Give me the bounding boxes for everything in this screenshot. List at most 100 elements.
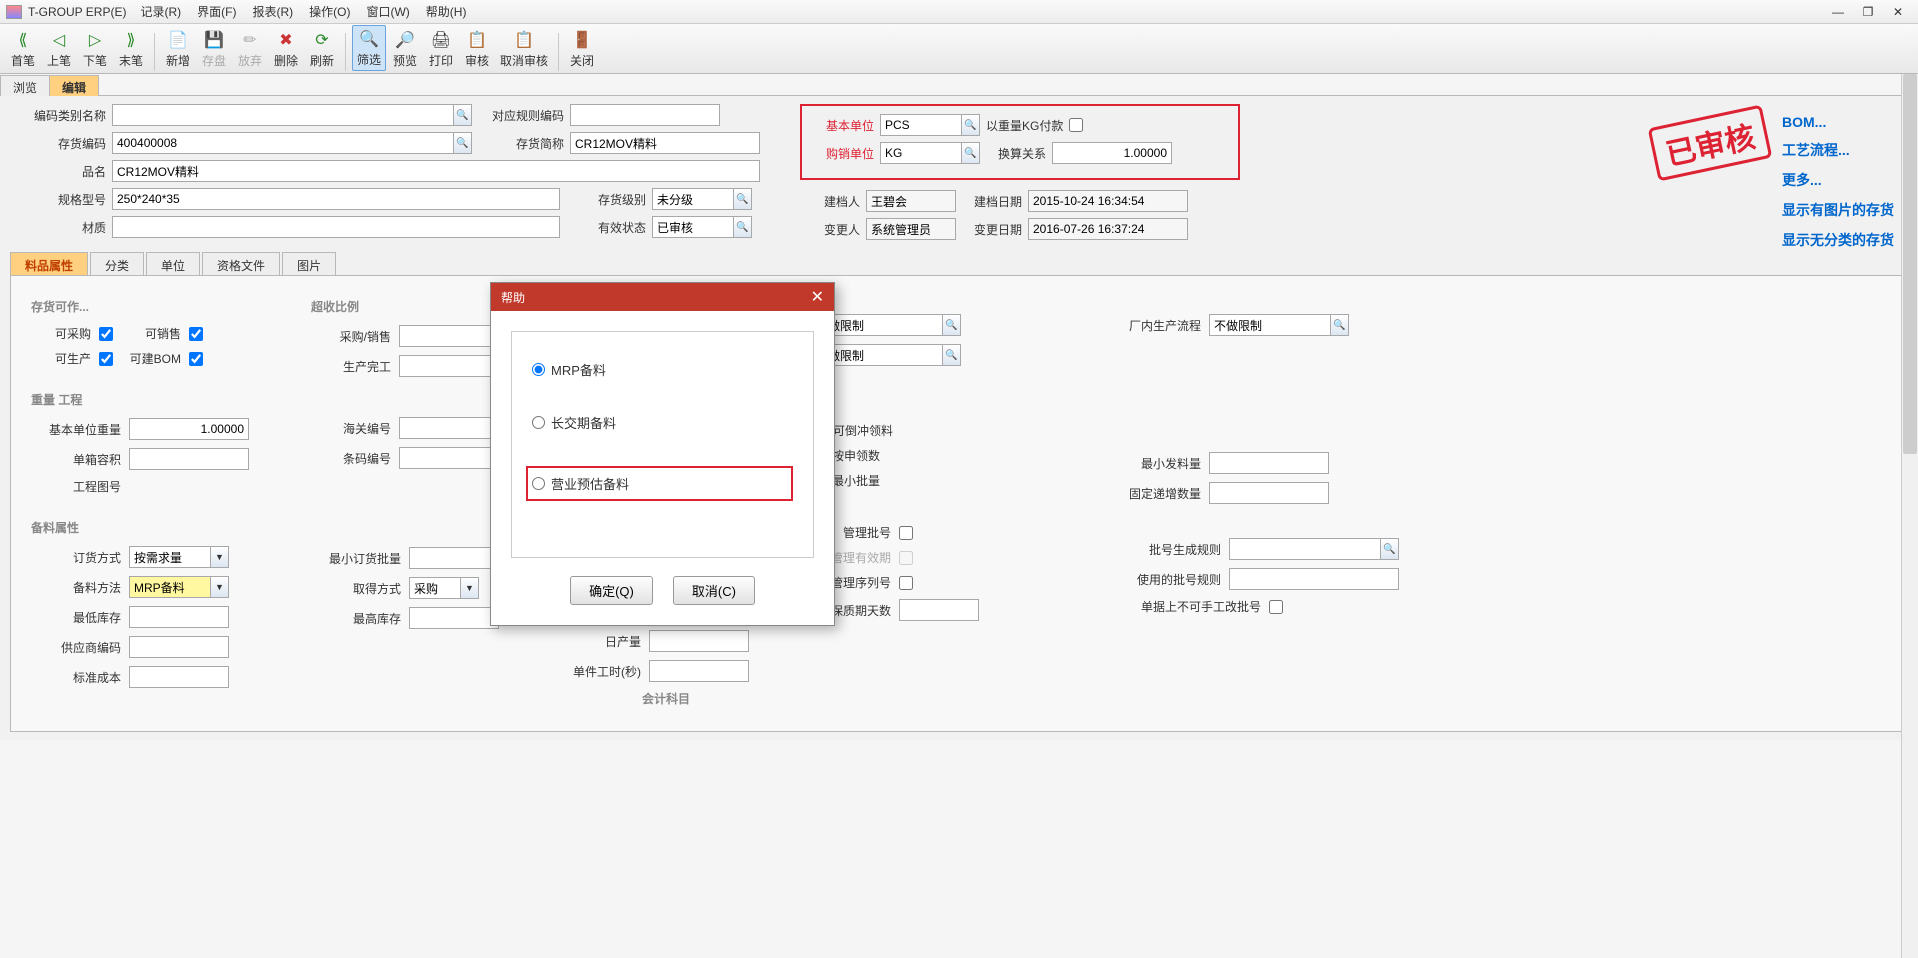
stock-code-input[interactable] <box>112 132 472 154</box>
lookup-icon[interactable]: 🔍 <box>453 133 471 153</box>
discard-button[interactable]: ✏放弃 <box>233 25 267 71</box>
chevron-down-icon[interactable]: ▼ <box>460 578 478 598</box>
tab-attr[interactable]: 料品属性 <box>10 252 88 275</box>
can-sell-checkbox[interactable] <box>189 327 203 341</box>
restore-icon[interactable]: ❐ <box>1858 5 1878 19</box>
label-supplier: 供应商编码 <box>31 639 121 656</box>
minimize-icon[interactable]: — <box>1828 5 1848 19</box>
save-icon: 💾 <box>203 29 225 51</box>
unaudit-button[interactable]: 📋取消审核 <box>496 25 552 71</box>
link-process[interactable]: 工艺流程... <box>1782 140 1894 160</box>
tab-browse[interactable]: 浏览 <box>0 75 50 96</box>
audit-icon: 📋 <box>466 29 488 51</box>
can-bom-checkbox[interactable] <box>189 352 203 366</box>
refresh-button[interactable]: ⟳刷新 <box>305 25 339 71</box>
conv-input[interactable] <box>1052 142 1172 164</box>
tab-cat[interactable]: 分类 <box>90 252 144 275</box>
chevron-down-icon[interactable]: ▼ <box>210 577 228 597</box>
prod-name-input[interactable] <box>112 160 760 182</box>
base-weight-input[interactable] <box>129 418 249 440</box>
scroll-thumb[interactable] <box>1903 74 1917 454</box>
min-stock-input[interactable] <box>129 606 229 628</box>
ok-button[interactable]: 确定(Q) <box>570 576 653 605</box>
pay-kg-checkbox[interactable] <box>1069 118 1083 132</box>
mgmt-serial-checkbox[interactable] <box>899 576 913 590</box>
close-icon[interactable]: ✕ <box>1888 5 1908 19</box>
material-input[interactable] <box>112 216 560 238</box>
rule-code-input[interactable] <box>570 104 720 126</box>
menu-window[interactable]: 窗口(W) <box>366 3 409 20</box>
menu-view[interactable]: 界面(F) <box>197 3 236 20</box>
lookup-icon[interactable]: 🔍 <box>733 217 751 237</box>
link-more[interactable]: 更多... <box>1782 170 1894 190</box>
dialog-close-icon[interactable]: ✕ <box>811 287 824 307</box>
radio-mrp[interactable]: MRP备料 <box>532 360 793 379</box>
label-stock-level: 存货级别 <box>566 191 646 208</box>
print-button[interactable]: 🖨打印 <box>424 25 458 71</box>
last-button[interactable]: ⟫末笔 <box>114 25 148 71</box>
radio-long[interactable]: 长交期备料 <box>532 413 793 432</box>
link-no-cat[interactable]: 显示无分类的存货 <box>1782 230 1894 250</box>
mgmt-batch-checkbox[interactable] <box>899 526 913 540</box>
can-buy-checkbox[interactable] <box>99 327 113 341</box>
link-bom[interactable]: BOM... <box>1782 114 1894 130</box>
close-button[interactable]: 🚪关闭 <box>565 25 599 71</box>
used-rule-input[interactable] <box>1229 568 1399 590</box>
tab-img[interactable]: 图片 <box>282 252 336 275</box>
link-with-img[interactable]: 显示有图片的存货 <box>1782 200 1894 220</box>
no-manual-checkbox[interactable] <box>1269 600 1283 614</box>
lookup-icon[interactable]: 🔍 <box>733 189 751 209</box>
tab-qual[interactable]: 资格文件 <box>202 252 280 275</box>
tab-edit[interactable]: 编辑 <box>49 75 99 96</box>
batch-rule-input[interactable] <box>1229 538 1399 560</box>
barcode-input[interactable] <box>399 447 499 469</box>
menu-help[interactable]: 帮助(H) <box>426 3 467 20</box>
next-button[interactable]: ▷下笔 <box>78 25 112 71</box>
stock-short-input[interactable] <box>570 132 760 154</box>
daily-input[interactable] <box>649 630 749 652</box>
lookup-icon[interactable]: 🔍 <box>961 115 979 135</box>
lookup-icon[interactable]: 🔍 <box>1330 315 1348 335</box>
dialog-titlebar[interactable]: 帮助 ✕ <box>491 283 834 311</box>
radio-estimate[interactable]: 营业预估备料 <box>526 466 793 501</box>
lookup-icon[interactable]: 🔍 <box>453 105 471 125</box>
factory-flow-input[interactable] <box>1209 314 1349 336</box>
box-vol-input[interactable] <box>129 448 249 470</box>
menu-operate[interactable]: 操作(O) <box>309 3 350 20</box>
supplier-input[interactable] <box>129 636 229 658</box>
min-issue-input[interactable] <box>1209 452 1329 474</box>
buy-sell-input[interactable] <box>399 325 499 347</box>
chevron-down-icon[interactable]: ▼ <box>210 547 228 567</box>
first-button[interactable]: ⟪首笔 <box>6 25 40 71</box>
prod-done-input[interactable] <box>399 355 499 377</box>
lookup-icon[interactable]: 🔍 <box>961 143 979 163</box>
can-prod-checkbox[interactable] <box>99 352 113 366</box>
spec-input[interactable] <box>112 188 560 210</box>
code-cat-input[interactable] <box>112 104 472 126</box>
menu-report[interactable]: 报表(R) <box>252 3 293 20</box>
label-no-manual: 单据上不可手工改批号 <box>1111 598 1261 615</box>
tab-unit[interactable]: 单位 <box>146 252 200 275</box>
audit-button[interactable]: 📋审核 <box>460 25 494 71</box>
new-icon: 📄 <box>167 29 189 51</box>
filter-button[interactable]: 🔍筛选 <box>352 25 386 71</box>
unit-time-input[interactable] <box>649 660 749 682</box>
std-cost-input[interactable] <box>129 666 229 688</box>
shelf-days-input[interactable] <box>899 599 979 621</box>
preview-button[interactable]: 🔎预览 <box>388 25 422 71</box>
delete-button[interactable]: ✖删除 <box>269 25 303 71</box>
lookup-icon[interactable]: 🔍 <box>942 345 960 365</box>
lookup-icon[interactable]: 🔍 <box>1380 539 1398 559</box>
customs-input[interactable] <box>399 417 499 439</box>
lookup-icon[interactable]: 🔍 <box>942 315 960 335</box>
menu-record[interactable]: 记录(R) <box>140 3 181 20</box>
right-links: BOM... 工艺流程... 更多... 显示有图片的存货 显示无分类的存货 <box>1782 114 1894 250</box>
new-button[interactable]: 📄新增 <box>161 25 195 71</box>
cancel-button[interactable]: 取消(C) <box>673 576 755 605</box>
vertical-scrollbar[interactable] <box>1901 74 1918 958</box>
fixed-incr-input[interactable] <box>1209 482 1329 504</box>
max-stock-input[interactable] <box>409 607 499 629</box>
save-button[interactable]: 💾存盘 <box>197 25 231 71</box>
min-order-input[interactable] <box>409 547 499 569</box>
prev-button[interactable]: ◁上笔 <box>42 25 76 71</box>
